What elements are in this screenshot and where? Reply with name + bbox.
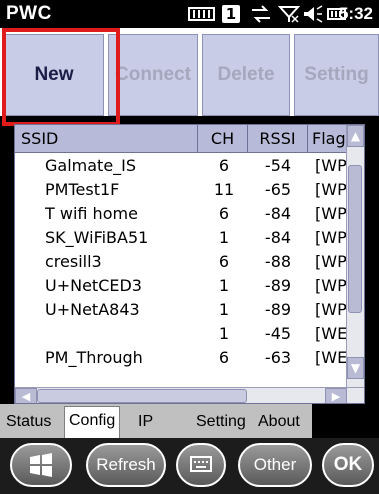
horizontal-scrollbar[interactable]: ◀ ▶ (15, 387, 364, 403)
tab-setting[interactable]: Setting (192, 408, 250, 436)
rssi-cell: -63 (264, 348, 292, 367)
rssi-cell: -65 (264, 180, 292, 199)
column-rssi[interactable]: RSSI (248, 125, 308, 152)
ch-cell: 1 (218, 228, 230, 247)
ch-cell: 1 (218, 300, 230, 319)
ch-cell: 1 (218, 276, 230, 295)
table-row[interactable]: U+NetA843 1 -89 [WPA (15, 298, 355, 322)
ssid-cell: Galmate_IS (45, 156, 137, 175)
clock: 5:32 (338, 4, 373, 23)
table-row[interactable]: PMTest1F 11 -65 [WPA (15, 178, 355, 202)
ssid-cell (45, 322, 195, 346)
toolbar: New Connect Delete Setting (0, 28, 379, 116)
other-button[interactable]: Other (238, 443, 312, 487)
scroll-up-icon[interactable]: ▲ (347, 125, 364, 147)
tab-strip: Status Config IP Setting About (0, 404, 312, 438)
sync-arrows-icon (250, 5, 272, 23)
tab-about[interactable]: About (254, 408, 304, 436)
ssid-cell: PM_Through (45, 348, 143, 367)
network-table: SSID CH RSSI Flags Galmate_IS 6 -54 [WPA… (14, 124, 365, 404)
column-flags[interactable]: Flags (308, 125, 354, 152)
signal-one-icon: 1 (222, 5, 240, 23)
table-row[interactable]: Galmate_IS 6 -54 [WPA (15, 154, 355, 178)
rssi-cell: -84 (264, 228, 292, 247)
table-header: SSID CH RSSI Flags (15, 125, 364, 153)
rssi-cell: -89 (264, 300, 292, 319)
ssid-cell: T wifi home (45, 204, 138, 223)
table-row[interactable]: cresill3 6 -88 [WPA (15, 250, 355, 274)
table-row[interactable]: PM_Through 6 -63 [WE (15, 346, 355, 370)
delete-button[interactable]: Delete (202, 34, 290, 116)
rssi-cell: -54 (264, 156, 292, 175)
vertical-scroll-thumb[interactable] (348, 165, 362, 313)
status-bar: PWC 1 5:32 (0, 0, 379, 28)
rssi-cell: -89 (264, 276, 292, 295)
refresh-button[interactable]: Refresh (86, 443, 166, 487)
scroll-down-icon[interactable]: ▼ (347, 357, 364, 379)
ch-cell: 1 (218, 324, 230, 343)
scroll-left-icon[interactable]: ◀ (15, 388, 37, 403)
tab-status[interactable]: Status (2, 408, 55, 436)
ch-cell: 6 (218, 252, 230, 271)
ssid-cell: U+NetA843 (45, 300, 140, 319)
vertical-scrollbar[interactable]: ▲ ▼ (346, 125, 364, 387)
horizontal-scroll-thumb[interactable] (37, 389, 247, 403)
keyboard-icon[interactable] (176, 443, 226, 487)
tab-ip[interactable]: IP (134, 408, 157, 436)
battery-strip-icon (188, 5, 216, 23)
ssid-cell: cresill3 (45, 252, 102, 271)
setting-button[interactable]: Setting (294, 34, 379, 116)
app-title: PWC (6, 3, 52, 24)
ch-cell: 6 (218, 348, 230, 367)
rssi-cell: -45 (264, 324, 292, 343)
ssid-cell: PMTest1F (45, 180, 120, 199)
tab-config[interactable]: Config (64, 406, 121, 438)
ch-cell: 6 (218, 204, 230, 223)
bottom-bar: Refresh Other OK (0, 438, 379, 494)
ssid-cell: U+NetCED3 (45, 276, 142, 295)
ch-cell: 11 (213, 180, 235, 199)
rssi-cell: -88 (264, 252, 292, 271)
tab-bar: Status Config IP Setting About (0, 404, 379, 438)
table-row[interactable]: U+NetCED3 1 -89 [WPA (15, 274, 355, 298)
scroll-right-icon[interactable]: ▶ (325, 388, 347, 403)
table-row[interactable]: T wifi home 6 -84 [WPA (15, 202, 355, 226)
column-ssid[interactable]: SSID (15, 125, 198, 152)
ch-cell: 6 (218, 156, 230, 175)
connect-button[interactable]: Connect (108, 34, 198, 116)
ok-button[interactable]: OK (322, 443, 374, 487)
ssid-cell: SK_WiFiBA51 (45, 228, 149, 247)
no-signal-icon (277, 5, 301, 23)
column-ch[interactable]: CH (198, 125, 248, 152)
rssi-cell: -84 (264, 204, 292, 223)
new-button[interactable]: New (4, 34, 104, 116)
table-row[interactable]: 1 -45 [WE (15, 322, 355, 346)
windows-start-icon[interactable] (10, 443, 72, 487)
volume-icon (302, 5, 324, 23)
table-row[interactable]: SK_WiFiBA51 1 -84 [WPA (15, 226, 355, 250)
